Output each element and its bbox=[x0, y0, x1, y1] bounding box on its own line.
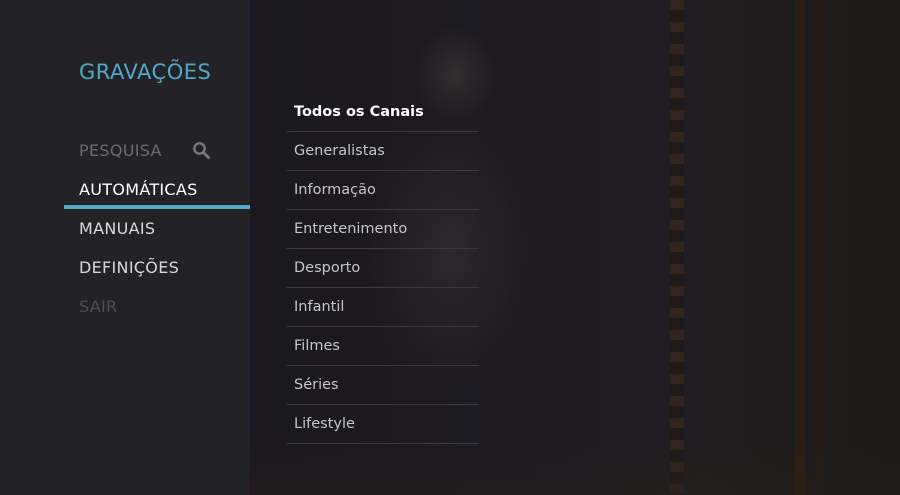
sidebar-item-label: DEFINIÇÕES bbox=[79, 258, 180, 277]
sidebar-item-label: AUTOMÁTICAS bbox=[79, 180, 198, 199]
page-title: GRAVAÇÕES bbox=[79, 60, 212, 84]
channel-item-series[interactable]: Séries bbox=[287, 366, 479, 405]
channel-item-lifestyle[interactable]: Lifestyle bbox=[287, 405, 479, 444]
channel-item-infantil[interactable]: Infantil bbox=[287, 288, 479, 327]
channel-item-filmes[interactable]: Filmes bbox=[287, 327, 479, 366]
background-stripe bbox=[670, 0, 684, 495]
sidebar-item-definicoes[interactable]: DEFINIÇÕES bbox=[64, 248, 250, 287]
background-floor bbox=[250, 440, 900, 495]
channel-item-entretenimento[interactable]: Entretenimento bbox=[287, 210, 479, 249]
sidebar-item-pesquisa[interactable]: PESQUISA bbox=[64, 131, 250, 170]
channel-item-generalistas[interactable]: Generalistas bbox=[287, 132, 479, 171]
sidebar-item-label: SAIR bbox=[79, 297, 118, 316]
background-stripe bbox=[815, 0, 823, 495]
channel-filter-list: Todos os Canais Generalistas Informação … bbox=[287, 93, 479, 444]
sidebar: GRAVAÇÕES PESQUISA AUTOMÁTICAS MANUAIS D… bbox=[0, 0, 250, 495]
search-icon[interactable] bbox=[192, 141, 210, 159]
sidebar-item-sair[interactable]: SAIR bbox=[64, 287, 250, 326]
sidebar-menu: PESQUISA AUTOMÁTICAS MANUAIS DEFINIÇÕES … bbox=[64, 131, 250, 326]
background-stripe bbox=[795, 0, 805, 495]
sidebar-item-label: MANUAIS bbox=[79, 219, 156, 238]
sidebar-item-label: PESQUISA bbox=[79, 141, 162, 160]
sidebar-item-manuais[interactable]: MANUAIS bbox=[64, 209, 250, 248]
sidebar-item-automaticas[interactable]: AUTOMÁTICAS bbox=[64, 170, 250, 209]
channel-item-todos-os-canais[interactable]: Todos os Canais bbox=[287, 93, 479, 132]
channel-item-desporto[interactable]: Desporto bbox=[287, 249, 479, 288]
channel-item-informacao[interactable]: Informação bbox=[287, 171, 479, 210]
